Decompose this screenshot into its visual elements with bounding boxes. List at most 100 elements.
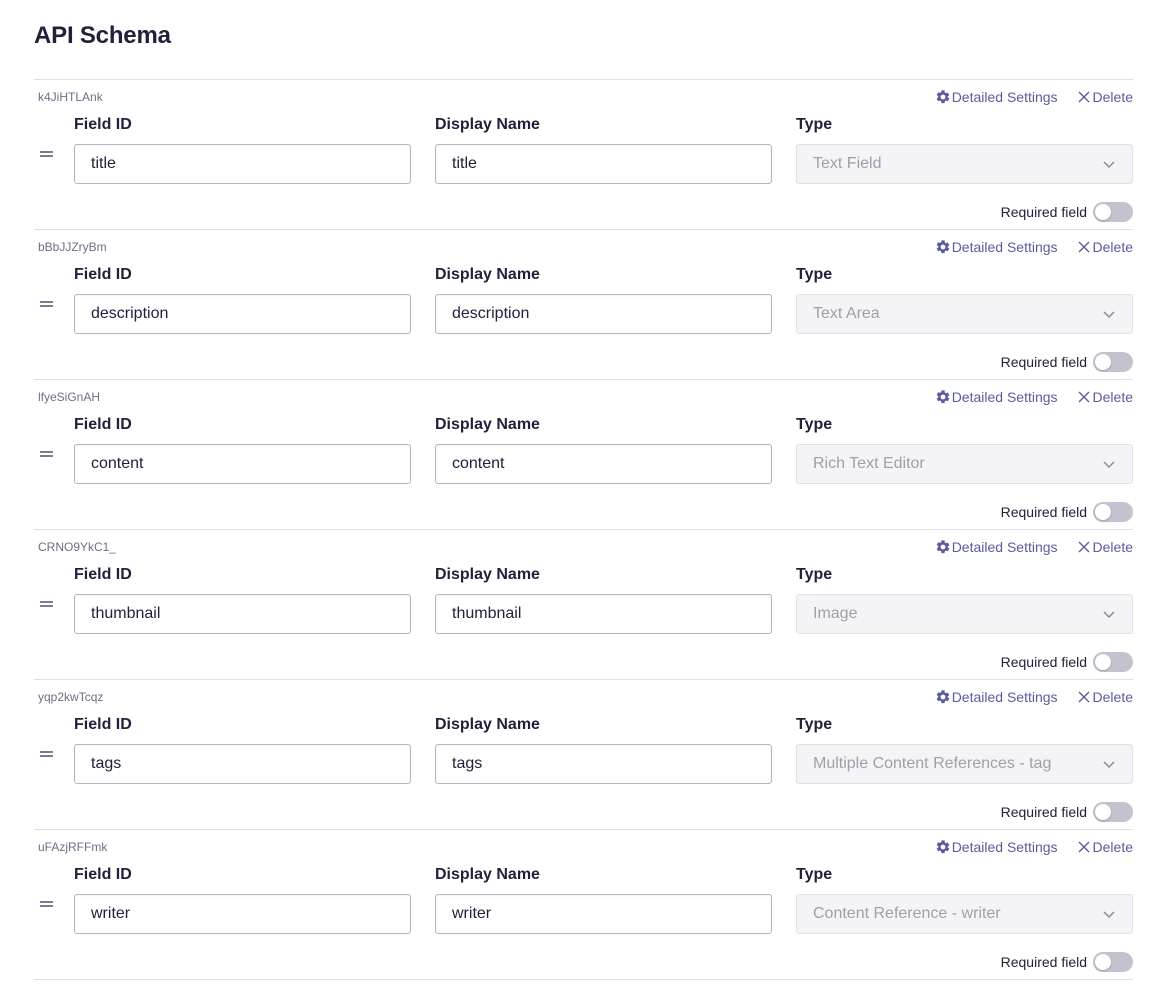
close-icon xyxy=(1078,541,1090,553)
gear-icon xyxy=(936,390,949,404)
drag-handle-icon[interactable] xyxy=(40,301,53,309)
drag-handle-icon[interactable] xyxy=(40,151,53,159)
display-name-label: Display Name xyxy=(435,116,540,133)
page-title: API Schema xyxy=(34,22,171,49)
type-select[interactable]: Multiple Content References - tag xyxy=(796,744,1133,784)
detailed-settings-button[interactable]: Detailed Settings xyxy=(935,689,1058,705)
type-label: Type xyxy=(796,566,833,583)
required-field: Required field xyxy=(1001,502,1133,522)
chevron-down-icon xyxy=(1103,161,1115,169)
field-uid: lfyeSiGnAH xyxy=(38,390,101,404)
field-id-label: Field ID xyxy=(74,866,132,883)
required-toggle[interactable] xyxy=(1093,802,1133,822)
type-select[interactable]: Image xyxy=(796,594,1133,634)
type-label: Type xyxy=(796,266,833,283)
required-toggle[interactable] xyxy=(1093,352,1133,372)
delete-label: Delete xyxy=(1092,839,1133,855)
delete-label: Delete xyxy=(1092,239,1133,255)
type-select-value: Image xyxy=(813,605,858,622)
row-actions: Detailed Settings Delete xyxy=(935,89,1133,105)
display-name-label: Display Name xyxy=(435,866,540,883)
field-id-input[interactable] xyxy=(74,444,411,484)
drag-handle-icon[interactable] xyxy=(40,451,53,459)
display-name-label: Display Name xyxy=(435,266,540,283)
detailed-settings-label: Detailed Settings xyxy=(951,539,1058,555)
field-id-input[interactable] xyxy=(74,744,411,784)
field-id-label: Field ID xyxy=(74,266,132,283)
required-field: Required field xyxy=(1001,652,1133,672)
drag-handle-icon[interactable] xyxy=(40,901,53,909)
detailed-settings-label: Detailed Settings xyxy=(951,839,1058,855)
close-icon xyxy=(1078,91,1090,103)
drag-handle-icon[interactable] xyxy=(40,751,53,759)
delete-button[interactable]: Delete xyxy=(1076,89,1133,105)
field-id-input[interactable] xyxy=(74,144,411,184)
detailed-settings-label: Detailed Settings xyxy=(951,689,1058,705)
type-select[interactable]: Text Field xyxy=(796,144,1133,184)
detailed-settings-label: Detailed Settings xyxy=(951,239,1058,255)
required-field: Required field xyxy=(1001,352,1133,372)
field-id-input[interactable] xyxy=(74,894,411,934)
type-select-value: Rich Text Editor xyxy=(813,455,925,472)
field-id-label: Field ID xyxy=(74,416,132,433)
detailed-settings-button[interactable]: Detailed Settings xyxy=(935,539,1058,555)
field-row: uFAzjRFFmk Detailed Settings Delete Fiel… xyxy=(34,830,1133,980)
delete-button[interactable]: Delete xyxy=(1076,539,1133,555)
field-row: CRNO9YkC1_ Detailed Settings Delete Fiel… xyxy=(34,530,1133,680)
type-select[interactable]: Text Area xyxy=(796,294,1133,334)
gear-icon xyxy=(936,240,949,254)
required-field-label: Required field xyxy=(1000,354,1087,370)
type-select[interactable]: Content Reference - writer xyxy=(796,894,1133,934)
required-toggle[interactable] xyxy=(1093,652,1133,672)
type-select-value: Content Reference - writer xyxy=(813,905,1001,922)
required-field-label: Required field xyxy=(1000,954,1087,970)
display-name-input[interactable] xyxy=(435,144,772,184)
display-name-input[interactable] xyxy=(435,744,772,784)
field-uid: bBbJJZryBm xyxy=(38,240,107,254)
type-label: Type xyxy=(796,866,833,883)
type-select[interactable]: Rich Text Editor xyxy=(796,444,1133,484)
display-name-input[interactable] xyxy=(435,444,772,484)
detailed-settings-button[interactable]: Detailed Settings xyxy=(935,389,1058,405)
delete-button[interactable]: Delete xyxy=(1076,239,1133,255)
field-row: lfyeSiGnAH Detailed Settings Delete Fiel… xyxy=(34,380,1133,530)
row-actions: Detailed Settings Delete xyxy=(935,239,1133,255)
field-row: bBbJJZryBm Detailed Settings Delete Fiel… xyxy=(34,230,1133,380)
field-row: k4JiHTLAnk Detailed Settings Delete Fiel… xyxy=(34,80,1133,230)
field-id-input[interactable] xyxy=(74,594,411,634)
chevron-down-icon xyxy=(1103,611,1115,619)
chevron-down-icon xyxy=(1103,461,1115,469)
detailed-settings-button[interactable]: Detailed Settings xyxy=(935,839,1058,855)
delete-label: Delete xyxy=(1092,89,1133,105)
drag-handle-icon[interactable] xyxy=(40,601,53,609)
field-uid: CRNO9YkC1_ xyxy=(38,540,117,554)
required-toggle[interactable] xyxy=(1093,202,1133,222)
gear-icon xyxy=(936,840,949,854)
close-icon xyxy=(1078,691,1090,703)
type-select-value: Text Area xyxy=(813,305,880,322)
chevron-down-icon xyxy=(1103,311,1115,319)
type-label: Type xyxy=(796,116,833,133)
type-label: Type xyxy=(796,416,833,433)
display-name-label: Display Name xyxy=(435,566,540,583)
required-field: Required field xyxy=(1001,952,1133,972)
required-toggle[interactable] xyxy=(1093,952,1133,972)
delete-button[interactable]: Delete xyxy=(1076,389,1133,405)
display-name-input[interactable] xyxy=(435,294,772,334)
detailed-settings-button[interactable]: Detailed Settings xyxy=(935,89,1058,105)
detailed-settings-label: Detailed Settings xyxy=(951,389,1058,405)
delete-button[interactable]: Delete xyxy=(1076,689,1133,705)
delete-label: Delete xyxy=(1092,389,1133,405)
display-name-input[interactable] xyxy=(435,894,772,934)
detailed-settings-button[interactable]: Detailed Settings xyxy=(935,239,1058,255)
display-name-input[interactable] xyxy=(435,594,772,634)
chevron-down-icon xyxy=(1103,911,1115,919)
field-id-label: Field ID xyxy=(74,716,132,733)
chevron-down-icon xyxy=(1103,761,1115,769)
field-id-input[interactable] xyxy=(74,294,411,334)
field-uid: k4JiHTLAnk xyxy=(38,90,103,104)
required-toggle[interactable] xyxy=(1093,502,1133,522)
display-name-label: Display Name xyxy=(435,416,540,433)
delete-button[interactable]: Delete xyxy=(1076,839,1133,855)
field-id-label: Field ID xyxy=(74,566,132,583)
